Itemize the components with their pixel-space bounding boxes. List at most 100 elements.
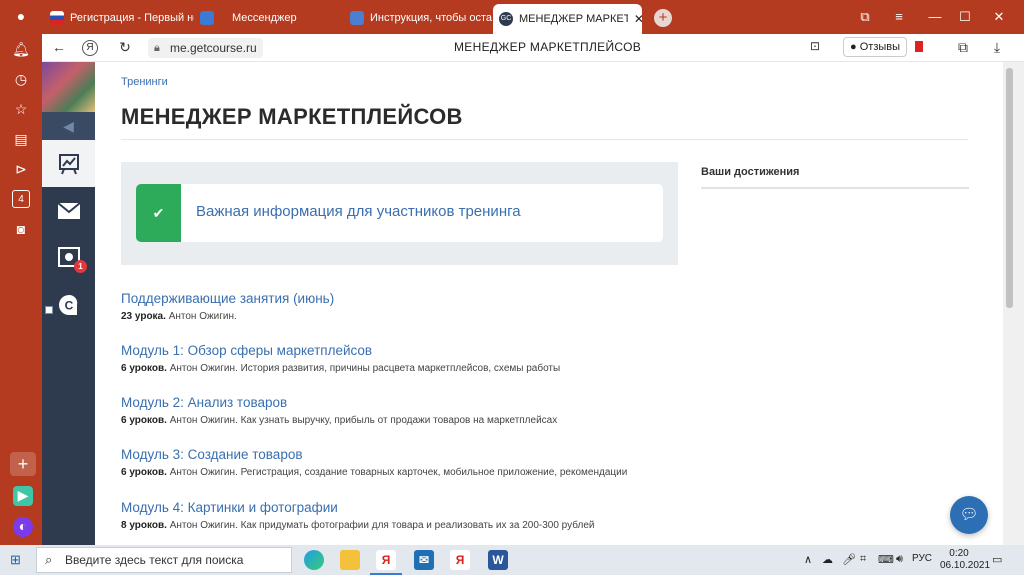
alice-icon[interactable]: ◐ — [13, 517, 33, 537]
qr-icon[interactable] — [45, 306, 53, 314]
edge-icon[interactable] — [304, 550, 324, 570]
maximize-button[interactable]: ☐ — [956, 9, 974, 25]
messenger-icon — [200, 11, 214, 25]
tab-bar: ● Регистрация - Первый не Мессенджер Инс… — [0, 0, 1024, 34]
yandex-button[interactable]: Я — [82, 40, 98, 56]
lesson-link[interactable]: Модуль 4: Картинки и фотографии — [121, 500, 595, 515]
mail-icon[interactable]: ✉ — [414, 550, 434, 570]
list-item: Модуль 1: Обзор сферы маркетплейсов 6 ур… — [121, 343, 560, 374]
sidebar-item-chat[interactable]: C — [42, 281, 95, 328]
lesson-count: 23 урока. — [121, 311, 166, 322]
tab-label: Инструкция, чтобы остав — [370, 12, 492, 24]
chat-widget-button[interactable]: 💬︎ — [950, 496, 988, 534]
close-tab-icon[interactable]: ✕ — [634, 12, 642, 26]
cloud-icon[interactable]: ☁ — [822, 553, 833, 566]
counter-badge[interactable]: 4 — [12, 190, 30, 208]
star-icon[interactable]: ☆ — [12, 100, 30, 118]
important-info-link[interactable]: Важная информация для участников тренинг… — [196, 203, 521, 220]
lesson-meta: 23 урока. Антон Ожигин. — [121, 311, 334, 322]
tab-manager[interactable]: GC МЕНЕДЖЕР МАРКЕТПЛЕ ✕ — [493, 4, 642, 34]
flag-icon — [50, 11, 64, 25]
chat-icon: 💬︎ — [959, 506, 979, 523]
bell-icon[interactable]: 🔔︎ — [12, 40, 30, 58]
add-panel-button[interactable]: + — [10, 452, 36, 476]
notification-badge: 1 — [74, 260, 87, 273]
yandex-app-icon[interactable]: Я — [450, 550, 470, 570]
play-icon[interactable]: ⊳ — [12, 160, 30, 178]
camera-icon[interactable]: ◙ — [12, 220, 30, 238]
lesson-meta: 6 уроков. Антон Ожигин. История развития… — [121, 363, 560, 374]
reviews-button[interactable]: ● Отзывы — [843, 37, 908, 57]
windows-start-icon[interactable]: ⊞ — [10, 553, 24, 567]
profile-icon[interactable]: ● — [13, 8, 29, 24]
back-icon[interactable]: ← — [50, 39, 68, 55]
lesson-desc: Антон Ожигин. Как придумать фотографии д… — [169, 520, 595, 531]
reader-icon[interactable]: ⧉ — [954, 39, 972, 56]
breadcrumb-trainings[interactable]: Тренинги — [121, 76, 168, 88]
sidebar-item-trainings[interactable] — [42, 140, 95, 187]
notifications-icon[interactable]: ▭ — [992, 553, 1002, 566]
sidebar-item-safe[interactable]: 1 — [42, 234, 95, 281]
menu-icon[interactable]: ≡ — [890, 9, 908, 24]
yandex-browser-icon[interactable]: Я — [370, 550, 402, 575]
lesson-meta: 6 уроков. Антон Ожигин. Регистрация, соз… — [121, 467, 627, 478]
lesson-count: 8 уроков. — [121, 520, 167, 531]
lesson-link[interactable]: Модуль 1: Обзор сферы маркетплейсов — [121, 343, 560, 358]
lesson-link[interactable]: Поддерживающие занятия (июнь) — [121, 291, 334, 306]
lock-icon: 🔒︎ — [154, 42, 160, 54]
getcourse-icon: GC — [499, 12, 513, 26]
lesson-meta: 8 уроков. Антон Ожигин. Как придумать фо… — [121, 520, 595, 531]
lesson-meta: 6 уроков. Антон Ожигин. Как узнать выруч… — [121, 415, 557, 426]
tab-registration[interactable]: Регистрация - Первый не — [44, 6, 194, 30]
chat-bubble-icon: ● — [850, 41, 857, 53]
download-icon[interactable]: ⤓ — [988, 39, 1006, 56]
page-title: МЕНЕДЖЕР МАРКЕТПЛЕЙСОВ — [121, 104, 463, 129]
lesson-count: 6 уроков. — [121, 467, 167, 478]
extensions-icon[interactable]: ⊡ — [806, 39, 824, 53]
word-icon[interactable]: W — [488, 550, 508, 570]
bookmark-icon[interactable] — [915, 41, 923, 52]
tab-messenger[interactable]: Мессенджер — [194, 6, 344, 30]
scrollbar-thumb[interactable] — [1006, 68, 1013, 308]
microphone-icon[interactable]: 🎤︎ — [842, 553, 856, 566]
clock[interactable]: 0:20 06.10.2021 — [940, 548, 990, 572]
tab-label: МЕНЕДЖЕР МАРКЕТПЛЕ — [519, 13, 628, 25]
user-avatar[interactable] — [42, 62, 95, 112]
list-item: Модуль 4: Картинки и фотографии 8 уроков… — [121, 500, 595, 531]
network-icon[interactable]: ⌗ — [860, 553, 866, 566]
lesson-desc: Антон Ожигин. Регистрация, создание това… — [169, 467, 628, 478]
course-sidebar: ◀ 1 C — [42, 62, 95, 545]
list-item: Модуль 3: Создание товаров 6 уроков. Ант… — [121, 447, 627, 478]
lesson-desc: Антон Ожигин. — [168, 311, 237, 322]
lesson-link[interactable]: Модуль 2: Анализ товаров — [121, 395, 557, 410]
volume-icon[interactable]: 🔊︎ — [896, 553, 903, 566]
search-icon: ⌕ — [45, 552, 53, 567]
tray-arrow-icon[interactable]: ∧ — [804, 553, 812, 566]
messenger-app-icon[interactable]: ▶ — [13, 486, 33, 506]
tab-label: Регистрация - Первый не — [70, 12, 194, 24]
language-indicator[interactable]: РУС — [912, 553, 932, 564]
divider — [121, 139, 968, 140]
explorer-icon[interactable] — [340, 550, 360, 570]
taskbar-search-input[interactable]: ⌕ Введите здесь текст для поиска — [36, 547, 292, 573]
important-info-card[interactable]: ✔ Важная информация для участников трени… — [136, 184, 663, 242]
list-item: Поддерживающие занятия (июнь) 23 урока. … — [121, 291, 334, 322]
close-window-button[interactable]: ✕ — [990, 9, 1008, 25]
reviews-label: Отзывы — [859, 41, 901, 53]
collections-icon[interactable]: ⧉ — [856, 9, 874, 25]
chart-board-icon — [58, 153, 79, 174]
new-tab-button[interactable]: + — [654, 9, 672, 27]
tab-instruction[interactable]: Инструкция, чтобы остав — [344, 6, 492, 30]
lesson-link[interactable]: Модуль 3: Создание товаров — [121, 447, 627, 462]
history-icon[interactable]: ◷ — [12, 70, 30, 88]
keyboard-icon[interactable]: ⌨ — [878, 553, 894, 566]
page-scrollbar[interactable] — [1003, 62, 1024, 545]
back-arrow-icon[interactable]: ◀ — [42, 112, 95, 140]
minimize-button[interactable]: — — [926, 9, 944, 24]
notes-icon[interactable]: ▤ — [12, 130, 30, 148]
windows-taskbar: ⊞ ⌕ Введите здесь текст для поиска Я ✉ Я… — [0, 545, 1024, 575]
sidebar-item-messages[interactable] — [42, 187, 95, 234]
envelope-icon — [57, 202, 80, 219]
reload-icon[interactable]: ↻ — [116, 39, 134, 56]
url-field[interactable]: 🔒︎ me.getcourse.ru — [148, 38, 263, 58]
